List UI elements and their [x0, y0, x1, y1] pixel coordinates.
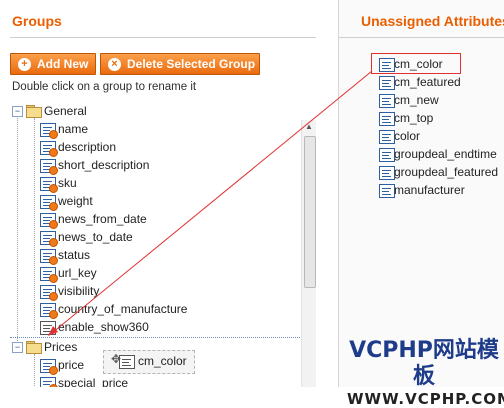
attribute-label: manufacturer	[394, 183, 465, 197]
add-new-group-button[interactable]: + Add New	[10, 53, 96, 75]
add-new-label: Add New	[37, 57, 89, 71]
attribute-label: groupdeal_featured	[394, 165, 499, 179]
attribute-icon	[119, 355, 135, 369]
delete-selected-group-button[interactable]: × Delete Selected Group	[100, 53, 260, 75]
attribute-label: description	[58, 140, 117, 154]
highlight-annotation-box	[371, 53, 461, 74]
attribute-label: visibility	[58, 284, 100, 298]
attribute-icon	[379, 130, 395, 144]
attribute-icon	[40, 359, 58, 375]
attribute-icon	[40, 123, 58, 139]
watermark-line1: VCPHP网站模板	[349, 338, 499, 389]
attribute-icon	[40, 285, 58, 301]
move-cursor-icon: ✥	[111, 352, 122, 366]
attribute-icon	[379, 76, 395, 90]
attribute-label: weight	[58, 194, 93, 208]
attribute-label: color	[394, 129, 421, 143]
attribute-icon	[40, 267, 58, 283]
tree-connector	[34, 118, 35, 330]
attribute-icon	[40, 213, 58, 229]
tree-connector	[34, 354, 35, 387]
delete-group-label: Delete Selected Group	[127, 57, 256, 71]
folder-icon	[26, 341, 42, 354]
attribute-label: url_key	[58, 266, 97, 280]
attribute-icon	[40, 159, 58, 175]
drag-ghost-label: cm_color	[138, 354, 187, 368]
x-circle-icon: ×	[108, 57, 121, 71]
groups-title-divider	[10, 37, 316, 38]
attribute-icon	[40, 231, 58, 247]
attribute-icon	[379, 94, 395, 108]
rename-hint: Double click on a group to rename it	[12, 81, 197, 93]
group-label: General	[44, 104, 87, 118]
attribute-icon	[40, 377, 58, 387]
unassigned-title: Unassigned Attributes	[361, 13, 504, 29]
attribute-icon	[40, 249, 58, 265]
plus-circle-icon: +	[18, 57, 31, 71]
attribute-icon	[40, 141, 58, 157]
attribute-icon	[379, 166, 395, 180]
folder-icon	[26, 105, 42, 118]
groups-title: Groups	[12, 13, 62, 29]
drag-ghost: ✥ cm_color	[103, 350, 195, 374]
drop-target-line	[10, 337, 300, 338]
groups-panel: Groups + Add New × Delete Selected Group…	[0, 0, 332, 387]
attribute-label: cm_new	[394, 93, 439, 107]
collapse-toggle-icon[interactable]: −	[12, 342, 23, 353]
groups-tree[interactable]: − General name description short_descrip…	[10, 100, 316, 387]
attribute-icon	[40, 303, 58, 319]
attribute-label: country_of_manufacture	[58, 302, 188, 316]
attribute-label: price	[58, 358, 85, 372]
attribute-icon	[40, 195, 58, 211]
watermark-line2: WWW.VCPHP.COM	[347, 390, 504, 408]
scroll-up-icon[interactable]: ▲	[302, 120, 316, 134]
unassigned-title-divider	[339, 37, 504, 38]
attribute-label: enable_show360	[58, 320, 149, 334]
attribute-label: cm_top	[394, 111, 434, 125]
tree-scrollbar[interactable]: ▲	[301, 120, 316, 387]
attribute-icon	[40, 177, 58, 193]
tree-connector	[17, 113, 18, 347]
collapse-toggle-icon[interactable]: −	[12, 106, 23, 117]
attribute-label: groupdeal_endtime	[394, 147, 497, 161]
attribute-icon	[379, 184, 395, 198]
attribute-icon	[379, 148, 395, 162]
attribute-label: status	[58, 248, 91, 262]
attribute-icon	[40, 321, 56, 335]
attribute-label: name	[58, 122, 89, 136]
attribute-label: news_from_date	[58, 212, 147, 226]
watermark: VCPHP网站模板 WWW.VCPHP.COM	[347, 338, 504, 408]
scroll-thumb[interactable]	[304, 136, 316, 288]
attribute-label: short_description	[58, 158, 150, 172]
attribute-label: news_to_date	[58, 230, 133, 244]
attribute-icon	[379, 112, 395, 126]
attribute-label: cm_featured	[394, 75, 461, 89]
group-label: Prices	[44, 340, 78, 354]
attribute-label: sku	[58, 176, 77, 190]
attribute-label: special_price	[58, 376, 129, 387]
